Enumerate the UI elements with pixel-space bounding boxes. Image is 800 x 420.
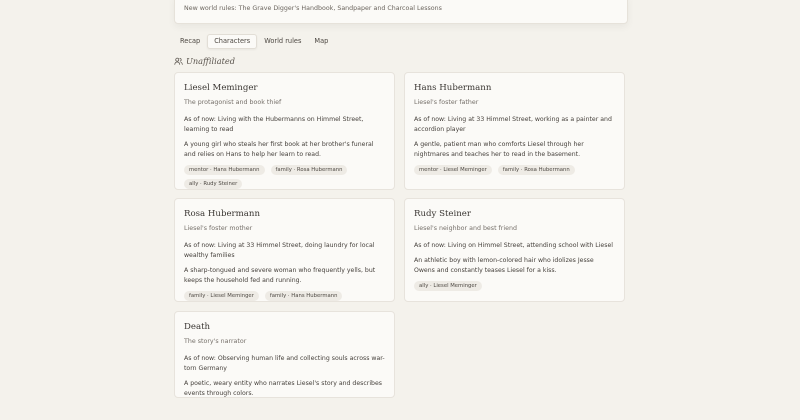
- relationship-tag: mentor · Liesel Meminger: [414, 165, 492, 175]
- character-card-death[interactable]: Death The story's narrator As of now: Ob…: [174, 311, 395, 398]
- character-description: A sharp-tongued and severe woman who fre…: [184, 267, 376, 284]
- character-card-hans[interactable]: Hans Hubermann Liesel's foster father As…: [404, 72, 625, 190]
- world-rules-card: New world rules: The Grave Digger's Hand…: [174, 0, 628, 24]
- character-card-rosa[interactable]: Rosa Hubermann Liesel's foster mother As…: [174, 198, 395, 302]
- tab-bar: Recap Characters World rules Map: [174, 34, 335, 49]
- relationship-tag: ally · Rudy Steiner: [184, 179, 243, 189]
- character-role: The protagonist and book thief: [184, 99, 282, 106]
- character-name: Hans Hubermann: [414, 83, 492, 93]
- group-title: Unaffiliated: [186, 56, 235, 66]
- character-name: Death: [184, 322, 211, 332]
- character-description: A poetic, weary entity who narrates Lies…: [184, 380, 383, 397]
- tab-world-rules[interactable]: World rules: [258, 34, 307, 49]
- character-status: As of now: Living with the Hubermanns on…: [184, 116, 364, 133]
- character-description: An athletic boy with lemon-colored hair …: [414, 257, 594, 274]
- tab-map[interactable]: Map: [308, 34, 334, 49]
- character-status: As of now: Observing human life and coll…: [184, 355, 385, 372]
- people-icon: [174, 57, 183, 65]
- character-status: As of now: Living at 33 Himmel Street, w…: [414, 116, 612, 133]
- world-rules-text: New world rules: The Grave Digger's Hand…: [184, 5, 442, 12]
- character-name: Liesel Meminger: [184, 83, 258, 93]
- tab-recap[interactable]: Recap: [174, 34, 206, 49]
- character-description: A young girl who steals her first book a…: [184, 141, 374, 158]
- character-description: A gentle, patient man who comforts Liese…: [414, 141, 584, 158]
- character-status: As of now: Living on Himmel Street, atte…: [414, 242, 613, 249]
- relationship-tags: mentor · Hans Hubermann family · Rosa Hu…: [184, 165, 385, 193]
- tab-characters[interactable]: Characters: [207, 34, 258, 49]
- relationship-tag: family · Liesel Meminger: [184, 291, 259, 301]
- relationship-tag: family · Rosa Hubermann: [497, 165, 575, 175]
- character-card-rudy[interactable]: Rudy Steiner Liesel's neighbor and best …: [404, 198, 625, 302]
- relationship-tag: family · Hans Hubermann: [264, 291, 343, 301]
- character-role: Liesel's neighbor and best friend: [414, 225, 517, 232]
- relationship-tag: ally · Liesel Meminger: [414, 281, 482, 291]
- group-header: Unaffiliated: [174, 55, 235, 67]
- relationship-tags: ally · Liesel Meminger: [414, 281, 615, 295]
- relationship-tags: mentor · Liesel Meminger family · Rosa H…: [414, 165, 615, 179]
- relationship-tag: family · Rosa Hubermann: [270, 165, 348, 175]
- character-status: As of now: Living at 33 Himmel Street, d…: [184, 242, 375, 259]
- character-role: The story's narrator: [184, 338, 247, 345]
- relationship-tag: mentor · Hans Hubermann: [184, 165, 265, 175]
- character-role: Liesel's foster father: [414, 99, 479, 106]
- character-name: Rosa Hubermann: [184, 209, 260, 219]
- character-card-liesel[interactable]: Liesel Meminger The protagonist and book…: [174, 72, 395, 190]
- character-role: Liesel's foster mother: [184, 225, 253, 232]
- character-name: Rudy Steiner: [414, 209, 471, 219]
- relationship-tags: family · Liesel Meminger family · Hans H…: [184, 291, 385, 305]
